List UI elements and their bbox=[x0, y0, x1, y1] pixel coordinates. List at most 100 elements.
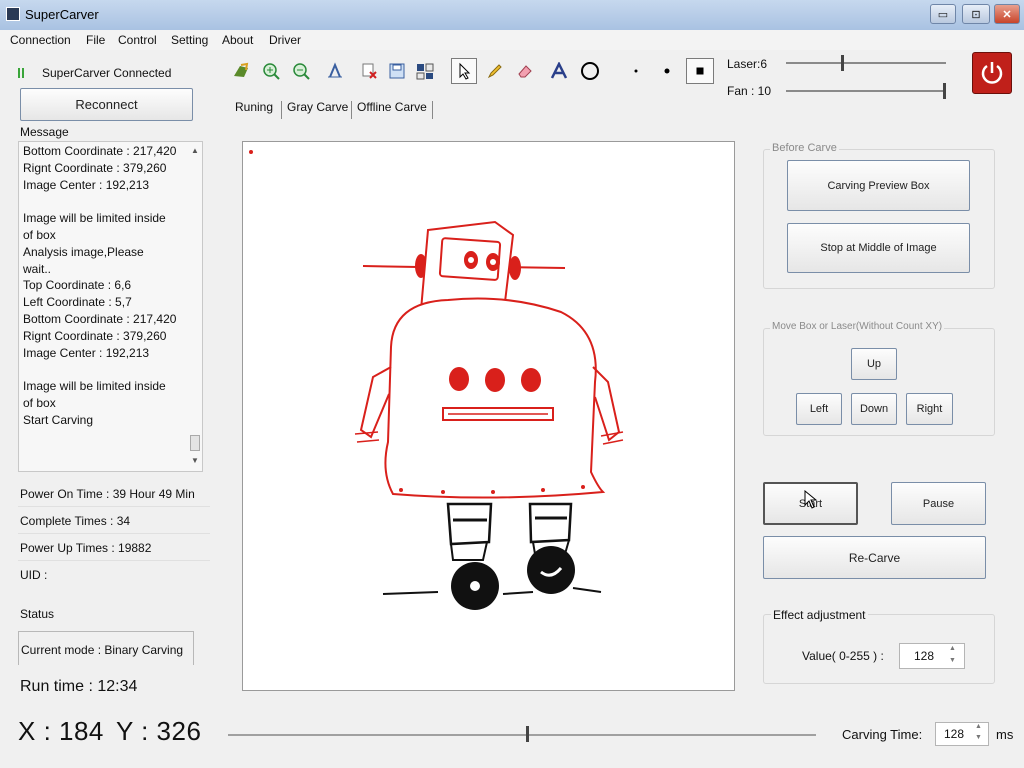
minimize-button[interactable]: ▭ bbox=[930, 4, 956, 24]
window-title: SuperCarver bbox=[25, 7, 99, 22]
dot-large-icon[interactable] bbox=[686, 58, 714, 84]
message-line bbox=[23, 193, 188, 210]
delete-icon[interactable] bbox=[356, 58, 382, 84]
progress-track bbox=[228, 734, 816, 736]
message-line: Left Coordinate : 5,7 bbox=[23, 295, 132, 310]
tab-offline-carve[interactable]: Offline Carve bbox=[357, 100, 427, 114]
menu-control[interactable]: Control bbox=[118, 33, 157, 47]
title-bar: SuperCarver ▭ ⊡ ✕ bbox=[0, 0, 1024, 30]
reconnect-button[interactable]: Reconnect bbox=[20, 88, 193, 121]
select-icon[interactable] bbox=[451, 58, 477, 84]
message-line: Image will be limited inside bbox=[23, 211, 166, 226]
mouse-cursor-icon bbox=[804, 489, 818, 513]
carving-time-spinner[interactable]: 128 ▲ ▼ bbox=[935, 722, 989, 746]
message-line: Analysis image,Please bbox=[23, 244, 144, 259]
message-line: Start Carving bbox=[23, 412, 94, 427]
scroll-down-icon[interactable]: ▼ bbox=[191, 456, 199, 465]
message-line: Image Center : 192,213 bbox=[23, 177, 150, 192]
zoom-out-icon[interactable] bbox=[288, 58, 314, 84]
fan-slider-track bbox=[786, 90, 946, 92]
carving-time-unit: ms bbox=[996, 727, 1014, 742]
effect-label: Effect adjustment bbox=[771, 608, 868, 622]
connection-status: SuperCarver Connected bbox=[42, 66, 172, 80]
message-line: Image will be limited inside bbox=[23, 379, 166, 394]
carving-time-label: Carving Time: bbox=[842, 727, 923, 742]
text-icon[interactable] bbox=[546, 58, 572, 84]
maximize-button[interactable]: ⊡ bbox=[962, 4, 990, 24]
zoom-in-icon[interactable] bbox=[258, 58, 284, 84]
carving-canvas[interactable] bbox=[242, 141, 735, 691]
save-icon[interactable] bbox=[384, 58, 410, 84]
move-right-button[interactable]: Right bbox=[906, 393, 953, 425]
message-lines: Bottom Coordinate : 217,420 Rignt Coordi… bbox=[23, 143, 188, 429]
menu-setting[interactable]: Setting bbox=[171, 33, 208, 47]
menu-file[interactable]: File bbox=[86, 33, 105, 47]
current-mode: Current mode : Binary Carving bbox=[21, 643, 184, 657]
message-line: Bottom Coordinate : 217,420 bbox=[23, 144, 177, 158]
fan-slider-thumb[interactable] bbox=[943, 83, 946, 99]
message-log: Bottom Coordinate : 217,420 Rignt Coordi… bbox=[18, 141, 203, 472]
tab-divider bbox=[432, 101, 433, 119]
spinner-down-icon[interactable]: ▼ bbox=[949, 657, 956, 664]
tab-runing[interactable]: Runing bbox=[235, 100, 273, 114]
power-up-times: Power Up Times : 19882 bbox=[18, 535, 210, 561]
move-left-button[interactable]: Left bbox=[796, 393, 842, 425]
message-line: of box bbox=[23, 227, 56, 242]
open-icon[interactable] bbox=[228, 58, 254, 84]
message-line bbox=[23, 361, 188, 378]
message-scrollbar[interactable]: ▲ ▼ bbox=[189, 144, 201, 469]
grid-icon[interactable] bbox=[412, 58, 438, 84]
tab-divider bbox=[351, 101, 352, 119]
menu-driver[interactable]: Driver bbox=[269, 33, 301, 47]
menu-connection[interactable]: Connection bbox=[10, 33, 71, 47]
flip-icon[interactable] bbox=[322, 58, 348, 84]
fan-label: Fan : 10 bbox=[727, 84, 772, 98]
circle-icon[interactable] bbox=[577, 58, 603, 84]
robot-image bbox=[249, 150, 624, 610]
laser-slider[interactable] bbox=[786, 54, 946, 72]
current-mode-box: Current mode : Binary Carving bbox=[18, 631, 194, 665]
message-line: Bottom Coordinate : 217,420 bbox=[23, 311, 177, 326]
dot-medium-icon[interactable] bbox=[654, 58, 680, 84]
effect-value-spinner[interactable]: 128 ▲ ▼ bbox=[899, 643, 965, 669]
carving-preview-button[interactable]: Carving Preview Box bbox=[787, 160, 970, 211]
pencil-icon[interactable] bbox=[482, 58, 508, 84]
scrollbar-thumb[interactable] bbox=[190, 435, 200, 451]
message-line: Image Center : 192,213 bbox=[23, 345, 150, 360]
carving-progress-slider[interactable] bbox=[228, 725, 816, 745]
dot-small-icon[interactable] bbox=[623, 58, 649, 84]
stop-middle-button[interactable]: Stop at Middle of Image bbox=[787, 223, 970, 273]
pause-button[interactable]: Pause bbox=[891, 482, 986, 525]
message-line: Rignt Coordinate : 379,260 bbox=[23, 328, 167, 343]
move-label: Move Box or Laser(Without Count XY) bbox=[770, 321, 945, 332]
laser-slider-thumb[interactable] bbox=[841, 55, 844, 71]
progress-thumb[interactable] bbox=[526, 726, 529, 742]
effect-value[interactable]: 128 bbox=[914, 649, 934, 663]
menu-about[interactable]: About bbox=[222, 33, 253, 47]
move-up-button[interactable]: Up bbox=[851, 348, 897, 380]
spinner-up-icon[interactable]: ▲ bbox=[949, 645, 956, 652]
tab-divider bbox=[281, 101, 282, 119]
message-label: Message bbox=[20, 125, 69, 139]
scroll-up-icon[interactable]: ▲ bbox=[191, 146, 199, 155]
fan-slider[interactable] bbox=[786, 82, 946, 100]
message-line: of box bbox=[23, 395, 56, 410]
carving-time-value[interactable]: 128 bbox=[944, 727, 964, 741]
x-coordinate: X : 184 bbox=[18, 716, 104, 746]
close-button[interactable]: ✕ bbox=[994, 4, 1020, 24]
spinner-up-icon[interactable]: ▲ bbox=[975, 723, 982, 730]
message-line: wait.. bbox=[23, 261, 52, 276]
status-label: Status bbox=[20, 607, 55, 621]
power-button[interactable] bbox=[972, 52, 1012, 94]
run-time: Run time : 12:34 bbox=[20, 678, 138, 695]
effect-value-label: Value( 0-255 ) : bbox=[802, 649, 884, 663]
move-down-button[interactable]: Down bbox=[851, 393, 897, 425]
tab-gray-carve[interactable]: Gray Carve bbox=[287, 100, 348, 114]
eraser-icon[interactable] bbox=[512, 58, 538, 84]
laser-label: Laser:6 bbox=[727, 57, 768, 71]
recarve-button[interactable]: Re-Carve bbox=[763, 536, 986, 579]
message-line: Rignt Coordinate : 379,260 bbox=[23, 160, 167, 175]
uid: UID : bbox=[20, 568, 48, 582]
spinner-down-icon[interactable]: ▼ bbox=[975, 734, 982, 741]
menu-bar: Connection File Control Setting About Dr… bbox=[0, 30, 1024, 50]
